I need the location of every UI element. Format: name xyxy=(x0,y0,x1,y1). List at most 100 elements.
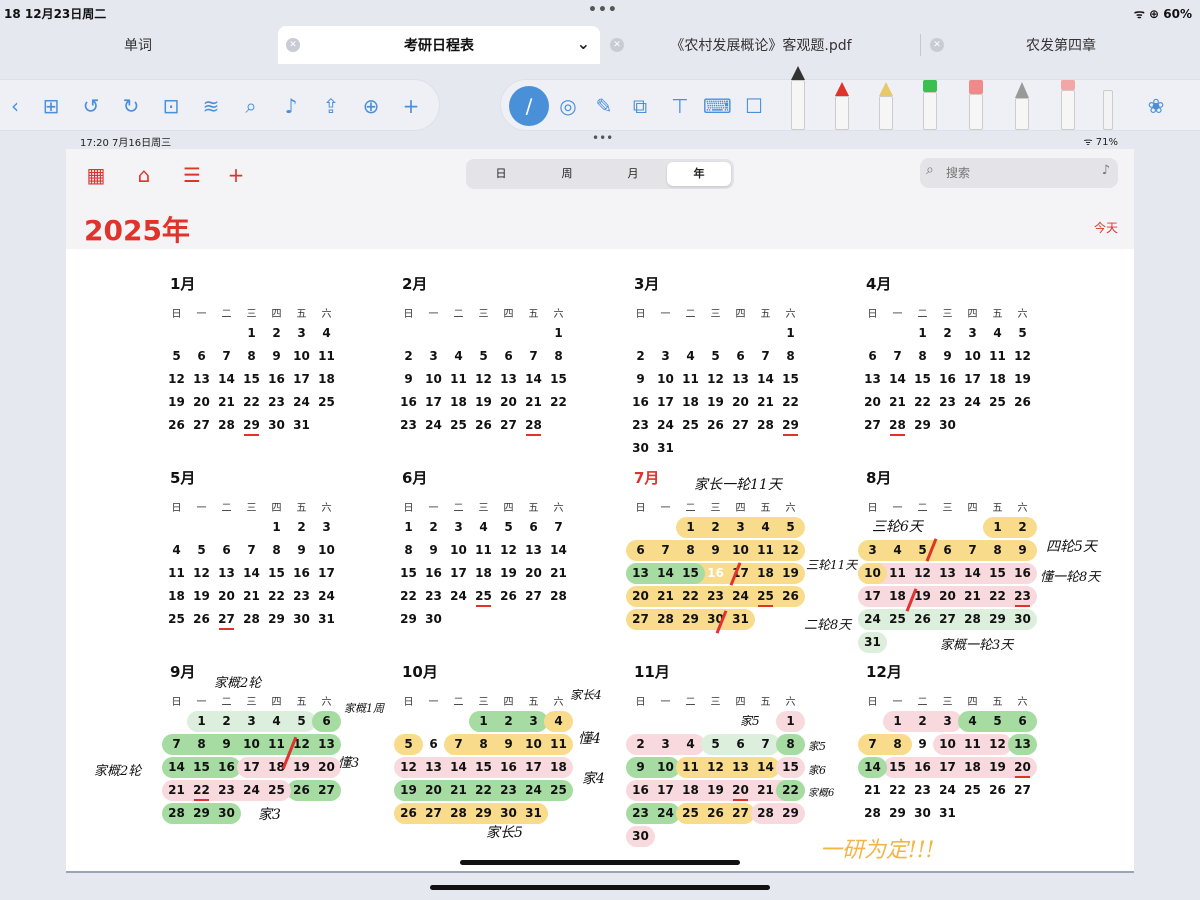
date-cell[interactable]: 12 xyxy=(910,563,935,584)
date-cell[interactable]: 10 xyxy=(935,734,960,755)
date-cell[interactable]: 16 xyxy=(628,392,653,413)
gray-pencil-icon[interactable] xyxy=(1011,80,1033,132)
date-cell[interactable]: 9 xyxy=(1010,540,1035,561)
date-cell[interactable]: 17 xyxy=(860,586,885,607)
date-cell[interactable]: 21 xyxy=(446,780,471,801)
date-cell[interactable]: 14 xyxy=(653,563,678,584)
date-cell[interactable]: 7 xyxy=(885,346,910,367)
date-cell[interactable]: 13 xyxy=(1010,734,1035,755)
add-event-icon[interactable]: + xyxy=(224,163,248,187)
date-cell[interactable]: 17 xyxy=(960,369,985,390)
date-cell[interactable]: 25 xyxy=(678,415,703,436)
back-icon[interactable]: ‹ xyxy=(2,93,28,119)
month-title[interactable]: 11月 xyxy=(634,661,670,682)
month-title[interactable]: 1月 xyxy=(170,273,195,294)
month-block[interactable]: 1月日一二三四五六 1 2 3 4 5 6 7 8 9 10 11 12 13 14 15 16 17 18 19 20… xyxy=(66,249,335,439)
date-cell[interactable]: 2 xyxy=(264,323,289,344)
date-cell[interactable]: 22 xyxy=(985,586,1010,607)
date-cell[interactable]: 31 xyxy=(935,803,960,824)
date-cell[interactable]: 4 xyxy=(446,346,471,367)
date-cell[interactable]: 23 xyxy=(910,780,935,801)
date-cell[interactable]: 11 xyxy=(471,540,496,561)
date-cell[interactable]: 25 xyxy=(678,803,703,824)
date-cell[interactable]: 15 xyxy=(264,563,289,584)
date-cell[interactable]: 3 xyxy=(421,346,446,367)
redo-icon[interactable]: ↻ xyxy=(118,93,144,119)
date-cell[interactable]: 7 xyxy=(446,734,471,755)
date-cell[interactable]: 1 xyxy=(189,711,214,732)
date-cell[interactable]: 19 xyxy=(496,563,521,584)
date-cell[interactable]: 24 xyxy=(653,415,678,436)
date-cell[interactable]: 15 xyxy=(910,369,935,390)
date-cell[interactable]: 16 xyxy=(264,369,289,390)
date-cell[interactable]: 17 xyxy=(653,392,678,413)
date-cell[interactable]: 6 xyxy=(496,346,521,367)
date-cell[interactable]: 15 xyxy=(985,563,1010,584)
date-cell[interactable]: 13 xyxy=(496,369,521,390)
date-cell[interactable]: 7 xyxy=(960,540,985,561)
date-cell[interactable]: 20 xyxy=(628,586,653,607)
date-cell[interactable]: 14 xyxy=(214,369,239,390)
date-cell[interactable]: 28 xyxy=(164,803,189,824)
date-cell[interactable]: 14 xyxy=(885,369,910,390)
view-year-button[interactable]: 年 xyxy=(667,162,731,186)
date-cell[interactable]: 18 xyxy=(164,586,189,607)
date-cell[interactable]: 8 xyxy=(264,540,289,561)
date-cell[interactable]: 2 xyxy=(396,346,421,367)
date-cell[interactable]: 25 xyxy=(264,780,289,801)
red-pen-icon[interactable] xyxy=(831,80,853,132)
date-cell[interactable]: 16 xyxy=(396,392,421,413)
date-cell[interactable]: 9 xyxy=(214,734,239,755)
month-title[interactable]: 7月 xyxy=(634,467,659,488)
date-cell[interactable]: 27 xyxy=(728,803,753,824)
microphone-icon[interactable]: ♪ xyxy=(1102,163,1110,178)
date-cell[interactable]: 26 xyxy=(496,586,521,607)
date-cell[interactable]: 20 xyxy=(860,392,885,413)
date-cell[interactable]: 30 xyxy=(214,803,239,824)
date-cell[interactable]: 9 xyxy=(628,369,653,390)
date-cell[interactable]: 26 xyxy=(396,803,421,824)
highlighter-icon[interactable]: ✎ xyxy=(591,93,617,119)
date-cell[interactable]: 17 xyxy=(446,563,471,584)
date-cell[interactable]: 6 xyxy=(935,540,960,561)
home-indicator[interactable] xyxy=(430,885,770,890)
date-cell[interactable]: 14 xyxy=(239,563,264,584)
date-cell[interactable]: 12 xyxy=(496,540,521,561)
search-input[interactable] xyxy=(946,164,1086,182)
date-cell[interactable]: 22 xyxy=(239,392,264,413)
date-cell[interactable]: 24 xyxy=(935,780,960,801)
close-icon[interactable]: ✕ xyxy=(930,38,944,52)
date-cell[interactable]: 22 xyxy=(471,780,496,801)
date-cell[interactable]: 3 xyxy=(239,711,264,732)
date-cell[interactable]: 30 xyxy=(496,803,521,824)
date-cell[interactable]: 26 xyxy=(1010,392,1035,413)
date-cell[interactable]: 20 xyxy=(728,392,753,413)
date-cell[interactable]: 16 xyxy=(496,757,521,778)
date-cell[interactable]: 1 xyxy=(471,711,496,732)
tab-chapter4[interactable]: ✕ 农发第四章 xyxy=(922,26,1200,64)
app-multitask-dots-icon[interactable]: ••• xyxy=(592,131,613,145)
date-cell[interactable]: 17 xyxy=(653,780,678,801)
date-cell[interactable]: 18 xyxy=(960,757,985,778)
date-cell[interactable]: 21 xyxy=(653,586,678,607)
date-cell[interactable]: 18 xyxy=(985,369,1010,390)
month-title[interactable]: 5月 xyxy=(170,467,195,488)
date-cell[interactable]: 24 xyxy=(860,609,885,630)
date-cell[interactable]: 23 xyxy=(703,586,728,607)
pink-eraser-icon[interactable] xyxy=(1057,80,1079,132)
date-cell[interactable]: 4 xyxy=(471,517,496,538)
date-cell[interactable]: 15 xyxy=(189,757,214,778)
month-block[interactable]: 5月日一二三四五六 1 2 3 4 5 6 7 8 9 10 11 12 13 14 15 16 17 18 19 20… xyxy=(66,443,335,633)
today-button[interactable]: 今天 xyxy=(1094,219,1118,236)
date-cell[interactable]: 20 xyxy=(728,780,753,801)
date-cell[interactable]: 11 xyxy=(985,346,1010,367)
date-cell[interactable]: 4 xyxy=(985,323,1010,344)
date-cell[interactable]: 15 xyxy=(678,563,703,584)
date-cell[interactable]: 9 xyxy=(628,757,653,778)
date-cell[interactable]: 12 xyxy=(703,757,728,778)
date-cell[interactable]: 26 xyxy=(164,415,189,436)
date-cell[interactable]: 5 xyxy=(1010,323,1035,344)
date-cell[interactable]: 11 xyxy=(164,563,189,584)
date-cell[interactable]: 27 xyxy=(189,415,214,436)
date-cell[interactable]: 8 xyxy=(239,346,264,367)
